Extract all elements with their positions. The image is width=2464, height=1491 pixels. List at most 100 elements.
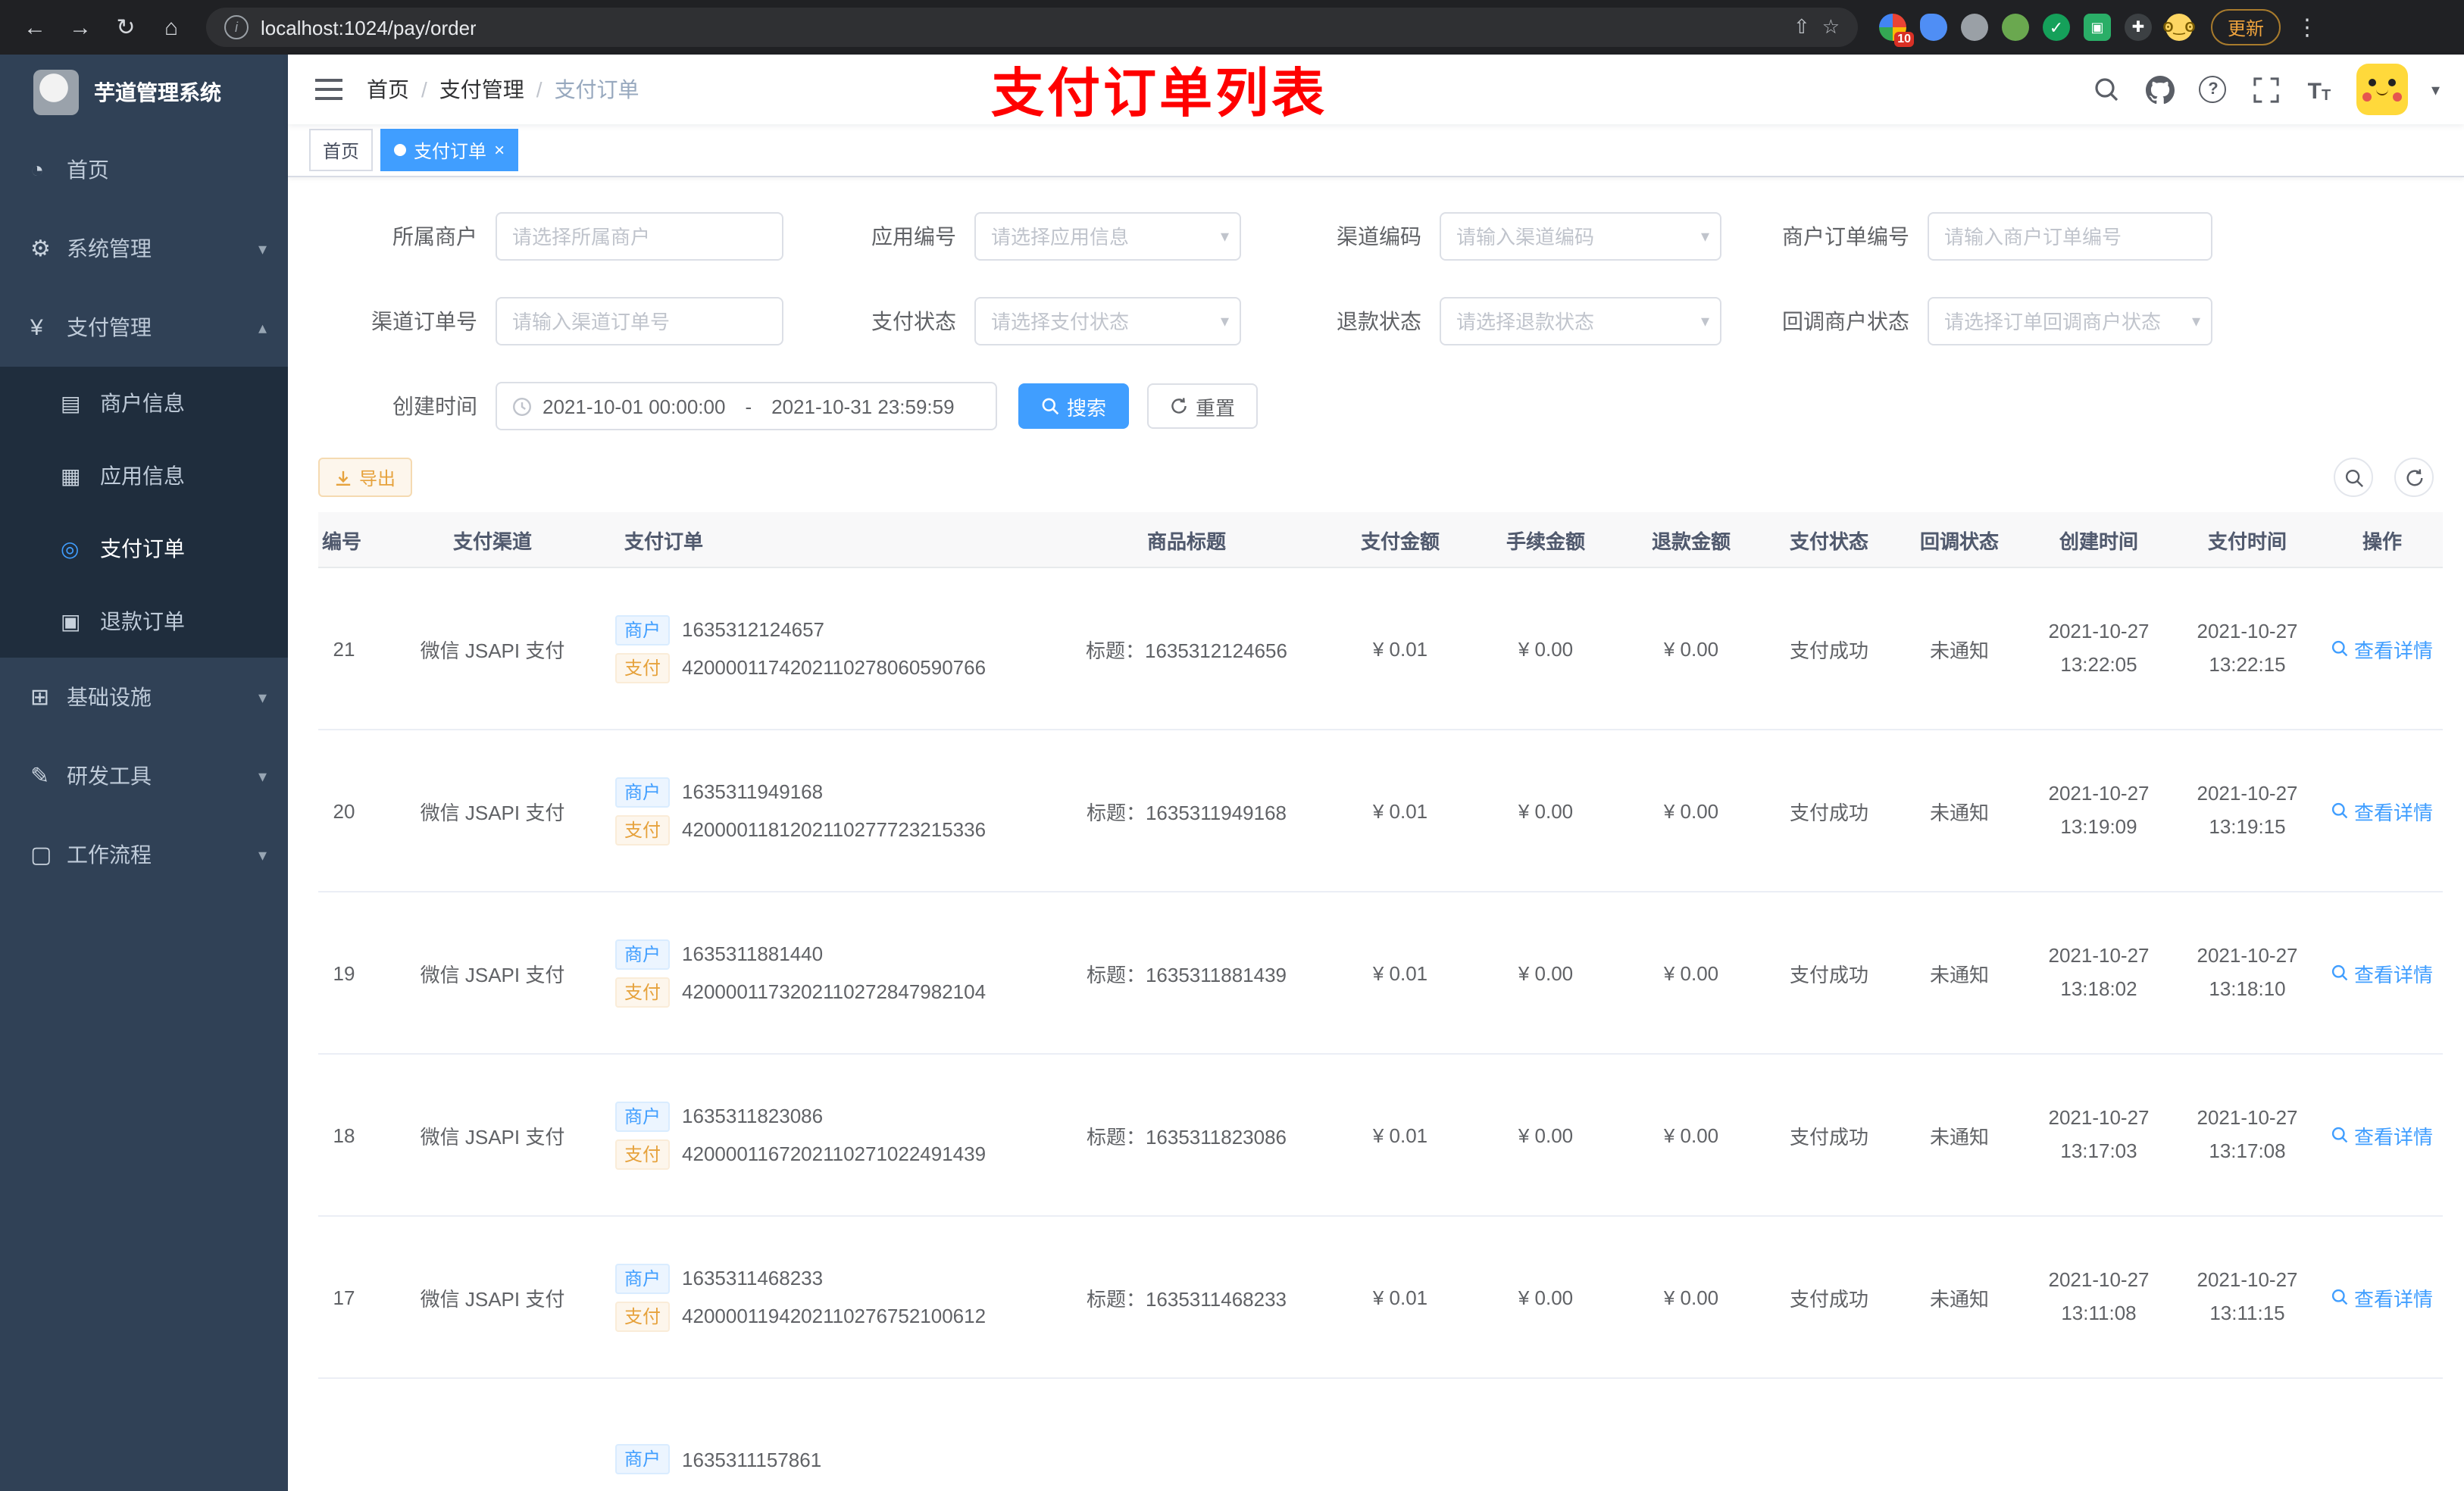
sidebar-item-infra[interactable]: ⊞ 基础设施 ▾ xyxy=(0,658,288,736)
order-id: 20 xyxy=(333,799,355,822)
app-select[interactable] xyxy=(974,212,1241,261)
extension-colorful-icon[interactable]: 10 xyxy=(1879,14,1914,47)
browser-back-button[interactable]: ← xyxy=(15,8,55,47)
extension-globe-icon[interactable] xyxy=(1961,14,1988,41)
sidebar-item-pay-order[interactable]: ◎ 支付订单 xyxy=(0,512,288,585)
extension-chat-icon[interactable]: ▣ xyxy=(2084,14,2111,41)
fullscreen-icon[interactable] xyxy=(2251,74,2281,105)
merchant-input[interactable] xyxy=(496,212,783,261)
extension-drop-icon[interactable] xyxy=(1920,14,1947,41)
refund-amount: ¥ 0.00 xyxy=(1618,567,1764,730)
merchant-tag: 商户 xyxy=(615,1444,671,1474)
pay-order-cell: 商户 1635311949168 支付 42000011812021102777… xyxy=(606,730,1046,892)
github-icon[interactable] xyxy=(2145,74,2175,105)
tools-icon: ✎ xyxy=(30,764,50,789)
table-row: 18 微信 JSAPI 支付 商户 1635311823086 支付 42000… xyxy=(318,1054,2443,1217)
pay-channel: 微信 JSAPI 支付 xyxy=(379,1054,606,1217)
view-detail-link[interactable]: 查看详情 xyxy=(2331,1121,2433,1149)
filter-create-time: 创建时间 2021-10-01 00:00:00 - 2021-10-31 23… xyxy=(318,382,997,430)
hide-search-button[interactable] xyxy=(2334,458,2373,497)
channel-order-no-input[interactable] xyxy=(496,297,783,345)
target-icon: ◎ xyxy=(61,536,80,560)
view-detail-link[interactable]: 查看详情 xyxy=(2331,796,2433,825)
sidebar-item-refund-order[interactable]: ▣ 退款订单 xyxy=(0,585,288,658)
browser-reload-button[interactable]: ↻ xyxy=(106,8,145,47)
pay-time: 2021-10-27 13:17:08 xyxy=(2173,1054,2322,1217)
sidebar-item-app-info[interactable]: ▦ 应用信息 xyxy=(0,439,288,512)
breadcrumb: 首页 / 支付管理 / 支付订单 xyxy=(367,74,639,105)
reset-button[interactable]: 重置 xyxy=(1147,383,1259,429)
refund-amount: ¥ 0.00 xyxy=(1618,1216,1764,1379)
view-detail-link[interactable]: 查看详情 xyxy=(2331,634,2433,663)
sidebar-item-devtools[interactable]: ✎ 研发工具 ▾ xyxy=(0,736,288,815)
filter-channel-order-no: 渠道订单号 xyxy=(318,297,783,345)
date-end: 2021-10-31 23:59:59 xyxy=(771,395,955,417)
table-header: 编号 支付渠道 支付订单 商品标题 支付金额 手续金额 退款金额 支付状态 回调… xyxy=(318,512,2443,568)
extension-circle-icon[interactable] xyxy=(2002,14,2029,41)
refund-status-select[interactable] xyxy=(1440,297,1721,345)
breadcrumb-section[interactable]: 支付管理 xyxy=(439,74,524,105)
browser-menu-icon[interactable]: ⋮ xyxy=(2296,14,2319,41)
table-body: 21 微信 JSAPI 支付 商户 1635312124657 支付 42000… xyxy=(318,567,2443,1379)
browser-update-button[interactable]: 更新 xyxy=(2211,9,2281,45)
close-icon[interactable]: × xyxy=(494,141,505,159)
tab-home[interactable]: 首页 xyxy=(309,129,374,171)
date-range-picker[interactable]: 2021-10-01 00:00:00 - 2021-10-31 23:59:5… xyxy=(496,382,997,430)
app-title: 芋道管理系统 xyxy=(94,80,221,105)
view-detail-link[interactable]: 查看详情 xyxy=(2331,1283,2433,1311)
sidebar-item-home[interactable]: ◔ 首页 xyxy=(0,130,288,209)
address-bar[interactable]: i localhost:1024/pay/order ⇧ ☆ xyxy=(206,8,1858,47)
sidebar-item-workflow[interactable]: ▢ 工作流程 ▾ xyxy=(0,815,288,894)
product-title: 标题：1635311468233 xyxy=(1046,1216,1327,1379)
channel-code-select[interactable] xyxy=(1440,212,1721,261)
briefcase-icon: ▢ xyxy=(30,842,52,868)
search-button[interactable]: 搜索 xyxy=(1018,383,1130,429)
refund-amount: ¥ 0.00 xyxy=(1618,1054,1764,1217)
extension-check-icon[interactable]: ✓ xyxy=(2043,14,2070,41)
notify-status-select[interactable] xyxy=(1928,297,2212,345)
pay-order-cell: 商户 1635311881440 支付 42000011732021102728… xyxy=(606,892,1046,1055)
sidebar-item-merchant-info[interactable]: ▤ 商户信息 xyxy=(0,367,288,439)
tags-view: 首页 支付订单 × xyxy=(288,124,2464,177)
export-button[interactable]: 导出 xyxy=(318,458,413,497)
channel-transaction-no: 4200001174202110278060590766 xyxy=(682,656,987,679)
sidebar-item-payment[interactable]: ¥ 支付管理 ▴ xyxy=(0,288,288,367)
breadcrumb-home[interactable]: 首页 xyxy=(367,74,409,105)
order-id: 18 xyxy=(333,1124,355,1146)
fee-amount: ¥ 0.00 xyxy=(1473,730,1618,892)
tab-pay-order[interactable]: 支付订单 × xyxy=(380,129,519,171)
refund-amount: ¥ 0.00 xyxy=(1618,730,1764,892)
font-size-icon[interactable]: TT xyxy=(2304,74,2334,105)
actions-cell: 查看详情 xyxy=(2322,567,2443,730)
create-time: 2021-10-27 13:17:03 xyxy=(2025,1054,2173,1217)
merchant-tag: 商户 xyxy=(615,614,671,645)
filter-merchant: 所属商户 xyxy=(318,212,783,261)
actions-cell: 查看详情 xyxy=(2322,892,2443,1055)
help-icon[interactable]: ? xyxy=(2198,74,2228,105)
browser-forward-button[interactable]: → xyxy=(61,8,100,47)
user-dropdown-caret-icon[interactable]: ▾ xyxy=(2431,80,2440,99)
hamburger-icon[interactable] xyxy=(312,74,346,105)
filter-notify-status: 回调商户状态 ▾ xyxy=(1721,297,2212,345)
notify-status: 未通知 xyxy=(1894,730,2025,892)
share-icon[interactable]: ⇧ xyxy=(1793,15,1810,39)
site-info-icon[interactable]: i xyxy=(224,15,249,39)
sidebar: 芋道管理系统 ◔ 首页 ⚙ 系统管理 ▾ ¥ 支付管理 ▴ ▤ 商户信息 ▦ 应… xyxy=(0,55,288,1491)
pay-time: 2021-10-27 13:18:10 xyxy=(2173,892,2322,1055)
pay-status-select[interactable] xyxy=(974,297,1241,345)
bookmark-star-icon[interactable]: ☆ xyxy=(1822,15,1840,39)
filter-merchant-order-no: 商户订单编号 xyxy=(1721,212,2212,261)
extension-emoji-icon[interactable]: ʘ‿ʘ xyxy=(2163,14,2195,41)
url-text[interactable]: localhost:1024/pay/order xyxy=(261,16,477,39)
refresh-button[interactable] xyxy=(2394,458,2434,497)
search-icon[interactable] xyxy=(2092,74,2122,105)
fee-amount: ¥ 0.00 xyxy=(1473,1054,1618,1217)
browser-home-button[interactable]: ⌂ xyxy=(152,8,191,47)
extension-pin-icon[interactable]: ✚ xyxy=(2125,14,2152,41)
sidebar-item-system[interactable]: ⚙ 系统管理 ▾ xyxy=(0,209,288,288)
user-avatar[interactable] xyxy=(2356,64,2409,115)
sidebar-logo[interactable]: 芋道管理系统 xyxy=(0,55,288,130)
view-detail-link[interactable]: 查看详情 xyxy=(2331,958,2433,987)
page-content: 所属商户 应用编号 ▾ 渠道编码 ▾ 商户订单编号 xyxy=(288,177,2464,1491)
merchant-order-no-input[interactable] xyxy=(1928,212,2212,261)
